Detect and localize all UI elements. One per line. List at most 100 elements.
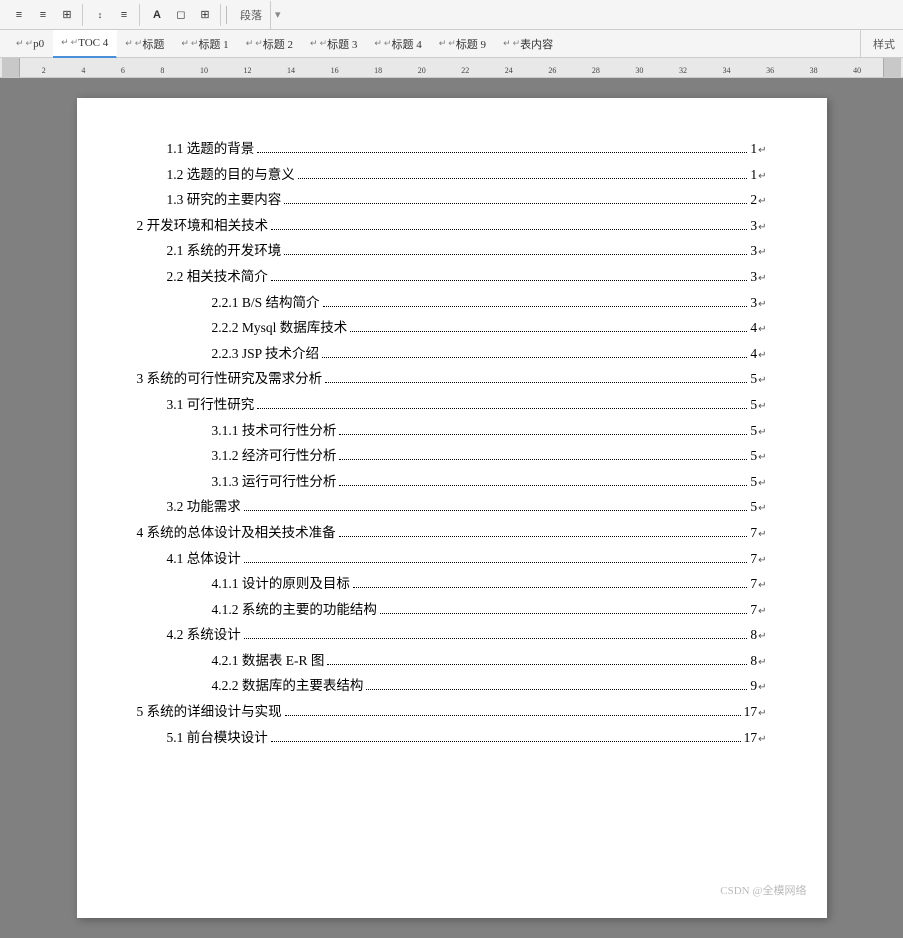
toc-entry-12[interactable]: 3.1.2 经济可行性分析5↵ [212, 445, 767, 467]
toc-return-1: ↵ [758, 169, 766, 185]
toc-dots-15 [339, 536, 748, 537]
toc-return-0: ↵ [758, 143, 766, 159]
toc-entry-21[interactable]: 4.2.2 数据库的主要表结构9↵ [212, 675, 767, 697]
toc-dots-7 [350, 331, 747, 332]
toc-text-18: 4.1.2 系统的主要的功能结构 [212, 599, 377, 621]
toc-dots-5 [271, 280, 748, 281]
toolbar-group-insert: A ◻ ⊞ [142, 4, 221, 26]
style-tabs-area: 段落 ▾ [232, 1, 899, 29]
format-btn-1[interactable]: ≡ [8, 4, 30, 26]
toc-text-9: 3 系统的可行性研究及需求分析 [137, 368, 323, 390]
toc-entry-17[interactable]: 4.1.1 设计的原则及目标7↵ [212, 573, 767, 595]
toc-dots-20 [327, 664, 747, 665]
toc-return-23: ↵ [758, 732, 766, 748]
toc-entry-22[interactable]: 5 系统的详细设计与实现17↵ [137, 701, 767, 723]
tab-p0[interactable]: ↵ p0 [8, 30, 53, 58]
toc-entry-7[interactable]: 2.2.2 Mysql 数据库技术4↵ [212, 317, 767, 339]
toc-entry-3[interactable]: 2 开发环境和相关技术3↵ [137, 215, 767, 237]
toc-page-10: 5 [750, 394, 757, 416]
toc-dots-16 [244, 562, 748, 563]
tab-table-content[interactable]: ↵ 表内容 [495, 30, 562, 58]
toc-page-20: 8 [750, 650, 757, 672]
tab-toc4[interactable]: ↵ TOC 4 [53, 30, 117, 58]
toc-entry-14[interactable]: 3.2 功能需求5↵ [167, 496, 767, 518]
toc-return-19: ↵ [758, 629, 766, 645]
toc-page-13: 5 [750, 471, 757, 493]
toc-text-5: 2.2 相关技术简介 [167, 266, 268, 288]
format-btn-3[interactable]: ⊞ [56, 4, 78, 26]
toc-text-21: 4.2.2 数据库的主要表结构 [212, 675, 364, 697]
toc-text-23: 5.1 前台模块设计 [167, 727, 268, 749]
toc-entry-15[interactable]: 4 系统的总体设计及相关技术准备7↵ [137, 522, 767, 544]
box-btn[interactable]: ◻ [170, 4, 192, 26]
toc-page-21: 9 [750, 675, 757, 697]
document-page[interactable]: 1.1 选题的背景1↵ 1.2 选题的目的与意义1↵ 1.3 研究的主要内容2↵ 2 … [77, 98, 827, 918]
toc-page-19: 8 [750, 624, 757, 646]
toc-dots-4 [284, 254, 747, 255]
ruler: 2 4 6 8 10 12 14 16 18 20 22 24 26 28 30… [0, 58, 903, 78]
toc-text-20: 4.2.1 数据表 E-R 图 [212, 650, 325, 672]
toc-page-7: 4 [750, 317, 757, 339]
toc-page-9: 5 [750, 368, 757, 390]
toc-entry-16[interactable]: 4.1 总体设计7↵ [167, 548, 767, 570]
font-btn[interactable]: A [146, 4, 168, 26]
toc-return-8: ↵ [758, 348, 766, 364]
toc-entry-18[interactable]: 4.1.2 系统的主要的功能结构7↵ [212, 599, 767, 621]
grid-btn[interactable]: ⊞ [194, 4, 216, 26]
toc-entry-19[interactable]: 4.2 系统设计8↵ [167, 624, 767, 646]
toc-entry-23[interactable]: 5.1 前台模块设计17↵ [167, 727, 767, 749]
toc-page-4: 3 [750, 240, 757, 262]
tab-heading9[interactable]: ↵ 标题 9 [431, 30, 495, 58]
toc-dots-12 [339, 459, 747, 460]
ruler-content: 2 4 6 8 10 12 14 16 18 20 22 24 26 28 30… [2, 58, 901, 77]
toc-entry-20[interactable]: 4.2.1 数据表 E-R 图8↵ [212, 650, 767, 672]
toc-text-10: 3.1 可行性研究 [167, 394, 255, 416]
toc-entry-13[interactable]: 3.1.3 运行可行性分析5↵ [212, 471, 767, 493]
toc-return-4: ↵ [758, 245, 766, 261]
toc-return-5: ↵ [758, 271, 766, 287]
toc-page-2: 2 [750, 189, 757, 211]
tab-heading1[interactable]: ↵ 标题 1 [173, 30, 237, 58]
format-btn-2[interactable]: ≡ [32, 4, 54, 26]
ruler-left-margin [2, 58, 20, 77]
watermark: CSDN @全模网络 [720, 882, 806, 898]
toc-entry-5[interactable]: 2.2 相关技术简介 3↵ [167, 266, 767, 288]
toc-text-22: 5 系统的详细设计与实现 [137, 701, 282, 723]
toc-text-11: 3.1.1 技术可行性分析 [212, 420, 337, 442]
toc-entry-0[interactable]: 1.1 选题的背景1↵ [167, 138, 767, 160]
toc-dots-21 [366, 689, 747, 690]
tab-heading[interactable]: ↵ 标题 [117, 30, 173, 58]
toc-entry-11[interactable]: 3.1.1 技术可行性分析5↵ [212, 420, 767, 442]
toc-entry-2[interactable]: 1.3 研究的主要内容2↵ [167, 189, 767, 211]
toc-page-22: 17 [744, 701, 758, 723]
toc-dots-3 [271, 229, 747, 230]
toc-page-14: 5 [750, 496, 757, 518]
toc-entry-8[interactable]: 2.2.3 JSP 技术介绍4↵ [212, 343, 767, 365]
toc-return-13: ↵ [758, 476, 766, 492]
toc-entry-9[interactable]: 3 系统的可行性研究及需求分析 5↵ [137, 368, 767, 390]
toc-return-6: ↵ [758, 297, 766, 313]
toc-page-0: 1 [750, 138, 757, 160]
toc-entry-1[interactable]: 1.2 选题的目的与意义1↵ [167, 164, 767, 186]
tab-heading2[interactable]: ↵ 标题 2 [238, 30, 302, 58]
toc-entry-6[interactable]: 2.2.1 B/S 结构简介3↵ [212, 292, 767, 314]
toc-return-15: ↵ [758, 527, 766, 543]
styles-label: 样式 [860, 30, 895, 57]
align-btn[interactable]: ≡ [113, 4, 135, 26]
expand-icon[interactable]: ▾ [271, 8, 285, 21]
tab-heading3[interactable]: ↵ 标题 3 [302, 30, 366, 58]
toc-dots-1 [298, 178, 748, 179]
document-area: 1.1 选题的背景1↵ 1.2 选题的目的与意义1↵ 1.3 研究的主要内容2↵ 2 … [0, 78, 903, 938]
toc-entry-4[interactable]: 2.1 系统的开发环境3↵ [167, 240, 767, 262]
toc-return-9: ↵ [758, 373, 766, 389]
ruler-marks: 2 4 6 8 10 12 14 16 18 20 22 24 26 28 30… [20, 66, 883, 77]
spacing-btn[interactable]: ↕ [89, 4, 111, 26]
style-tabs-list: ↵ p0 ↵ TOC 4 ↵ 标题 ↵ 标题 1 ↵ 标题 2 ↵ 标题 3 ↵… [8, 30, 860, 58]
tab-heading4[interactable]: ↵ 标题 4 [366, 30, 430, 58]
toc-page-5: 3 [750, 266, 757, 288]
toc-text-6: 2.2.1 B/S 结构简介 [212, 292, 320, 314]
toc-text-8: 2.2.3 JSP 技术介绍 [212, 343, 320, 365]
toc-entry-10[interactable]: 3.1 可行性研究5↵ [167, 394, 767, 416]
toc-dots-8 [322, 357, 747, 358]
toc-page-12: 5 [750, 445, 757, 467]
